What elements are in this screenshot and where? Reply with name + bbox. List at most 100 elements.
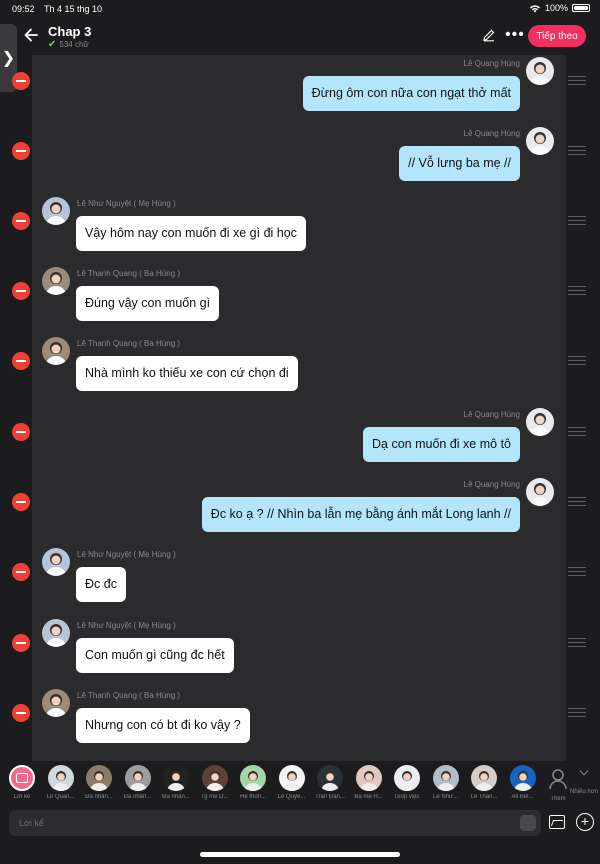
character-label: Đa nhân...	[123, 794, 152, 800]
character-item[interactable]: Đa nhân...	[120, 765, 156, 800]
character-item[interactable]: All Bel...	[505, 765, 541, 800]
character-item[interactable]: Lê Than...	[466, 765, 502, 800]
message-bubble[interactable]: // Vỗ lưng ba mẹ //	[399, 146, 520, 181]
character-avatar	[317, 765, 343, 791]
status-date: Th 4 15 thg 10	[44, 4, 103, 14]
character-avatar	[163, 765, 189, 791]
message-bubble[interactable]: Dạ con muốn đi xe mô tô	[363, 427, 520, 462]
character-item[interactable]: Lê Quyề...	[274, 765, 310, 800]
character-label: Lê Quyề...	[277, 794, 306, 800]
message-bubble[interactable]: Nhưng con có bt đi ko vậy ?	[76, 708, 250, 743]
character-avatar	[240, 765, 266, 791]
character-avatar	[86, 765, 112, 791]
drag-handle-icon[interactable]	[568, 638, 586, 647]
word-count-label: 534 chữ	[59, 40, 89, 49]
character-avatar	[47, 765, 74, 791]
message-row: Lê Thanh Quang ( Ba Hùng ) Nhà mình ko th…	[0, 337, 600, 407]
sender-name: Lê Như Nguyệt ( Mẹ Hùng )	[77, 621, 176, 630]
back-arrow-icon[interactable]	[22, 26, 40, 44]
character-item[interactable]: Trần Đăn...	[312, 765, 348, 800]
character-item[interactable]: Giúp việc	[389, 765, 425, 800]
delete-message-icon[interactable]	[12, 212, 30, 230]
narration-input[interactable]	[9, 810, 541, 836]
message-row: Lê Như Nguyệt ( Mẹ Hùng ) Vậy hôm nay con…	[0, 197, 600, 267]
sender-name: Lê Quang Hùng	[463, 129, 521, 138]
delete-message-icon[interactable]	[12, 634, 30, 652]
delete-message-icon[interactable]	[12, 142, 30, 160]
message-bubble[interactable]: Đúng vậy con muốn gì	[76, 286, 220, 321]
image-icon[interactable]	[549, 815, 565, 829]
message-bubble[interactable]: Đc đc	[76, 567, 126, 602]
message-bubble[interactable]: Nhà mình ko thiếu xe con cứ chọn đi	[76, 356, 298, 391]
drag-handle-icon[interactable]	[568, 427, 586, 436]
character-item[interactable]: Tg mê D...	[197, 765, 233, 800]
home-indicator	[200, 852, 400, 857]
message-bubble[interactable]: Đc ko ạ ? // Nhìn ba lẫn mẹ bằng ánh mắt…	[201, 497, 520, 532]
avatar	[42, 689, 70, 717]
check-icon: ✔	[48, 39, 57, 50]
character-label: Giúp việc	[394, 794, 420, 800]
message-row: Lê Như Nguyệt ( Mẹ Hùng ) Đc đc	[0, 548, 600, 618]
plus-icon[interactable]: +	[576, 813, 594, 831]
character-item[interactable]: Đa nhân...	[81, 765, 117, 800]
message-bubble[interactable]: Đừng ôm con nữa con ngạt thở mất	[302, 76, 520, 111]
delete-message-icon[interactable]	[12, 72, 30, 90]
header: Chap 3 ✔ 534 chữ ••• Tiếp theo	[0, 20, 600, 54]
character-label: Đa nhân...	[85, 794, 113, 800]
message-bubble[interactable]: Con muốn gì cũng đc hết	[76, 638, 234, 673]
character-avatar	[124, 765, 151, 791]
character-item[interactable]: Ba mẹ H...	[351, 765, 387, 800]
sender-name: Lê Thanh Quang ( Ba Hùng )	[77, 691, 181, 700]
chevron-down-icon	[579, 770, 589, 776]
more-options-icon[interactable]: •••	[505, 26, 525, 44]
drag-handle-icon[interactable]	[568, 567, 586, 576]
pencil-icon[interactable]	[482, 28, 496, 42]
character-strip[interactable]: Thêm Nhiều hơn Lời kể Lê Quan... Đa nhân..…	[0, 762, 600, 806]
character-avatar	[278, 765, 305, 791]
drag-handle-icon[interactable]	[568, 708, 586, 717]
avatar	[526, 408, 554, 436]
delete-message-icon[interactable]	[12, 493, 30, 511]
delete-message-icon[interactable]	[12, 423, 30, 441]
drag-handle-icon[interactable]	[568, 286, 586, 295]
next-chapter-button[interactable]: Tiếp theo	[528, 25, 586, 47]
character-label: Ba mẹ H...	[354, 794, 383, 800]
input-character-badge[interactable]	[520, 815, 536, 831]
character-item[interactable]: Đa nhân...	[158, 765, 194, 800]
avatar	[526, 57, 554, 85]
drag-handle-icon[interactable]	[568, 146, 586, 155]
sender-name: Lê Quang Hùng	[463, 480, 521, 489]
narration-icon	[9, 765, 35, 791]
avatar	[42, 619, 70, 647]
add-character-label: Thêm	[550, 796, 566, 802]
character-item[interactable]: Lê Quan...	[43, 765, 79, 800]
drag-handle-icon[interactable]	[568, 356, 586, 365]
character-label: Trần Đăn...	[315, 794, 345, 800]
character-item[interactable]: Hệ thốn...	[235, 765, 271, 800]
delete-message-icon[interactable]	[12, 352, 30, 370]
avatar	[42, 337, 70, 365]
character-avatar	[355, 765, 382, 791]
message-row: Lê Quang Hùng // Vỗ lưng ba mẹ //	[0, 127, 600, 197]
drag-handle-icon[interactable]	[568, 216, 586, 225]
more-characters-label: Nhiều hơn	[570, 789, 598, 795]
character-label: Tg mê D...	[200, 794, 229, 800]
delete-message-icon[interactable]	[12, 704, 30, 722]
more-characters-button[interactable]: Nhiều hơn	[566, 765, 600, 796]
character-avatar	[394, 765, 420, 791]
status-time: 09:52	[12, 4, 35, 14]
message-bubble[interactable]: Vậy hôm nay con muốn đi xe gì đi học	[76, 216, 306, 251]
delete-message-icon[interactable]	[12, 563, 30, 581]
character-avatar	[432, 765, 459, 791]
drag-handle-icon[interactable]	[568, 497, 586, 506]
avatar	[42, 267, 70, 295]
message-row: Lê Thanh Quang ( Ba Hùng ) Đúng vậy con m…	[0, 267, 600, 337]
delete-message-icon[interactable]	[12, 282, 30, 300]
avatar	[526, 127, 554, 155]
drag-handle-icon[interactable]	[568, 76, 586, 85]
character-item[interactable]: Lê Như...	[428, 765, 464, 800]
word-count: ✔ 534 chữ	[48, 39, 89, 50]
character-label: Lê Như...	[432, 794, 459, 800]
character-narration[interactable]: Lời kể	[4, 765, 40, 800]
message-row: Lê Thanh Quang ( Ba Hùng ) Nhưng con có b…	[0, 689, 600, 759]
